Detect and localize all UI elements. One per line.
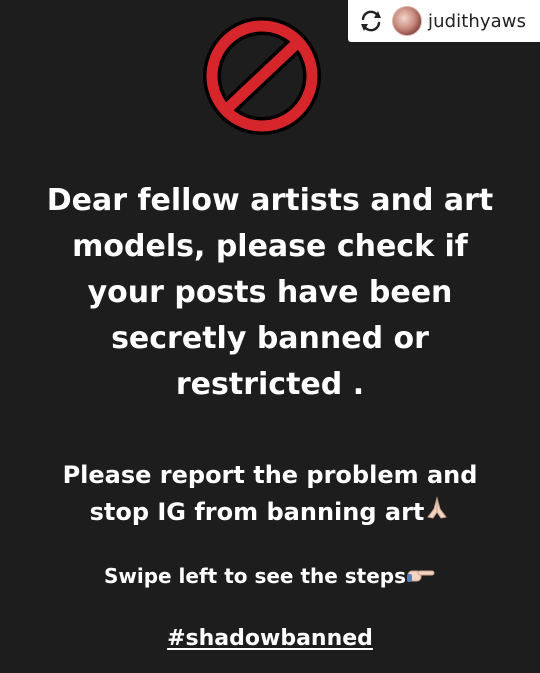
no-symbol-icon <box>199 13 325 139</box>
report-label: Please report the problem and stop IG fr… <box>62 461 478 526</box>
swipe-label: Swipe left to see the steps <box>103 564 407 588</box>
hashtag-link[interactable]: #shadowbanned <box>0 623 540 655</box>
avatar[interactable] <box>392 6 422 36</box>
repost-badge[interactable]: judithyaws <box>348 0 540 42</box>
report-text: Please report the problem and stop IG fr… <box>0 457 540 532</box>
headline-text: Dear fellow artists and art models, plea… <box>46 183 494 402</box>
repost-username[interactable]: judithyaws <box>428 11 526 32</box>
pointing-hand-icon <box>406 563 436 593</box>
repost-icon <box>358 8 384 34</box>
swipe-text: Swipe left to see the steps <box>0 561 540 593</box>
story-canvas: judithyaws Dear fellow artists and art m… <box>0 0 540 673</box>
folded-hands-icon <box>424 495 450 532</box>
